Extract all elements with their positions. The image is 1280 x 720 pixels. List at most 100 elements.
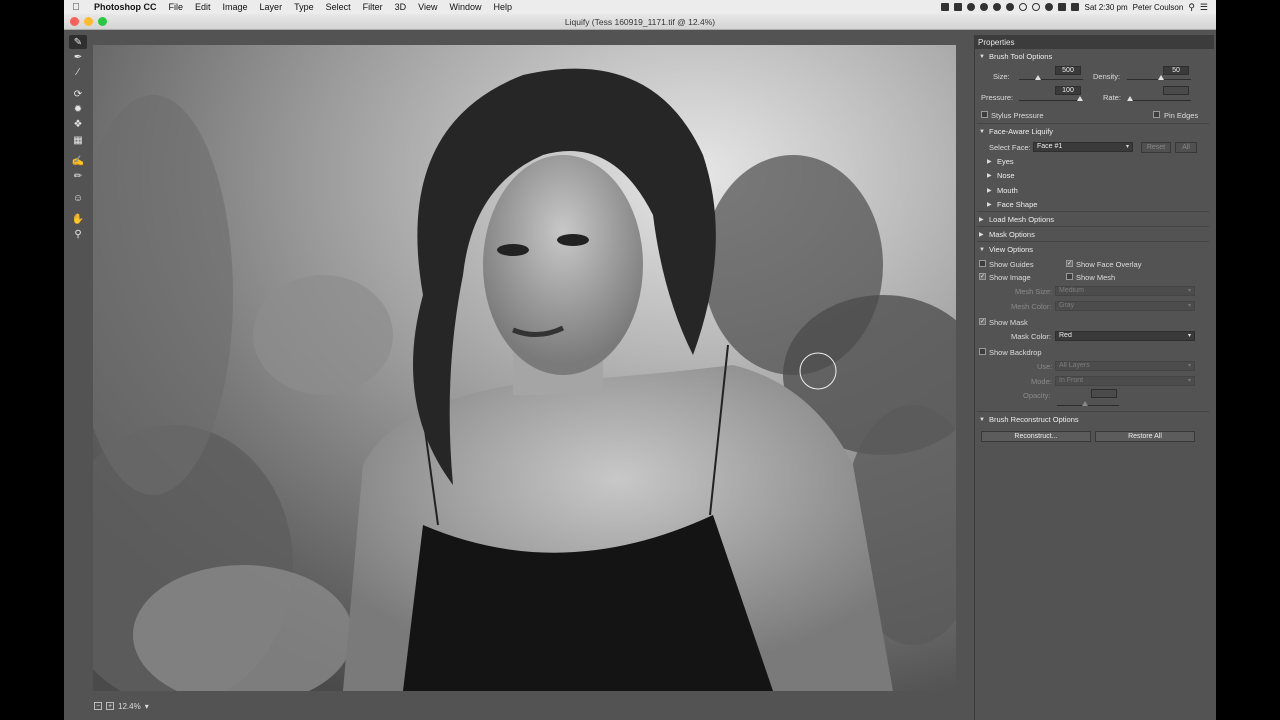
section-view-options[interactable]: ▼ View Options [979,245,1033,254]
subsection-mouth[interactable]: ▶ Mouth [987,186,1018,195]
menu-3d[interactable]: 3D [389,2,413,12]
section-face-aware-liquify[interactable]: ▼ Face-Aware Liquify [979,127,1053,136]
liquify-canvas[interactable] [93,45,956,691]
hand-tool-icon[interactable]: ✋ [69,212,87,226]
menu-window[interactable]: Window [443,2,487,12]
subsection-face-shape[interactable]: ▶ Face Shape [987,200,1037,209]
menu-layer[interactable]: Layer [254,2,289,12]
restore-all-button[interactable]: Restore All [1095,431,1195,442]
opacity-slider-track[interactable] [1057,405,1119,406]
subsection-label: Eyes [997,157,1014,166]
section-brush-reconstruct-options[interactable]: ▼ Brush Reconstruct Options [979,415,1079,424]
bloat-tool-icon[interactable]: ❖ [69,118,87,132]
opacity-slider-knob[interactable] [1082,401,1088,406]
zoom-out-button[interactable]: − [94,702,102,710]
battery-icon[interactable] [1071,3,1080,11]
menu-image[interactable]: Image [217,2,254,12]
airplay-icon[interactable] [941,3,950,11]
menu-help[interactable]: Help [487,2,518,12]
use-dropdown[interactable]: All Layers ▾ [1055,361,1195,371]
rate-slider-track[interactable] [1127,100,1191,101]
size-slider-track[interactable] [1019,79,1083,80]
size-input[interactable]: 500 [1055,66,1081,75]
volume-icon[interactable] [1058,3,1067,11]
freeze-mask-tool-icon[interactable]: ✍ [69,154,87,168]
density-slider-knob[interactable] [1158,75,1164,80]
select-face-dropdown[interactable]: Face #1 ▾ [1033,142,1133,152]
density-input[interactable]: 50 [1163,66,1189,75]
reset-button[interactable]: Reset [1141,142,1171,153]
zoom-tool-icon[interactable]: ⚲ [69,228,87,242]
mode-dropdown[interactable]: In Front ▾ [1055,376,1195,386]
show-face-overlay-checkbox[interactable]: ✓ [1066,260,1073,267]
forward-warp-tool-icon[interactable]: ✎ [69,35,87,50]
show-backdrop-checkbox[interactable] [979,348,986,355]
clock-icon[interactable] [1032,3,1041,11]
menu-file[interactable]: File [163,2,190,12]
sync-icon[interactable] [980,3,989,11]
pucker-tool-icon[interactable]: ✹ [69,102,87,116]
pin-edges-checkbox[interactable] [1153,111,1160,118]
menu-app-photoshop[interactable]: Photoshop CC [88,2,163,12]
section-brush-tool-options[interactable]: ▼ Brush Tool Options [979,52,1052,61]
show-image-checkbox[interactable]: ✓ [979,273,986,280]
menu-view[interactable]: View [412,2,443,12]
twirl-clockwise-tool-icon[interactable]: ⟳ [69,87,87,101]
thaw-mask-tool-icon[interactable]: ✏ [69,170,87,184]
panel-title: Properties [978,37,1015,47]
battery-monitor-icon[interactable] [1006,3,1015,11]
show-guides-checkbox[interactable] [979,260,986,267]
zoom-window-button[interactable] [98,17,107,26]
app-status-icon[interactable] [993,3,1002,11]
menu-select[interactable]: Select [320,2,357,12]
notification-center-icon[interactable]: ☰ [1200,2,1208,13]
status-icons: Sat 2:30 pm Peter Coulson ⚲ ☰ [941,2,1216,13]
time-machine-icon[interactable] [1019,3,1028,11]
pressure-slider-knob[interactable] [1077,96,1083,101]
mask-color-dropdown[interactable]: Red ▾ [1055,331,1195,341]
menu-edit[interactable]: Edit [189,2,217,12]
menu-type[interactable]: Type [288,2,320,12]
chevron-down-icon: ▾ [1187,333,1191,339]
all-button[interactable]: All [1175,142,1197,153]
triangle-right-icon: ▶ [987,202,992,208]
zoom-in-button[interactable]: + [106,702,114,710]
face-tool-icon[interactable]: ☺ [69,191,87,205]
push-left-tool-icon[interactable]: ▦ [69,133,87,147]
section-load-mesh-options[interactable]: ▶ Load Mesh Options [979,215,1054,224]
mesh-size-dropdown[interactable]: Medium ▾ [1055,286,1195,296]
rate-slider-knob[interactable] [1127,96,1133,101]
menubar-clock[interactable]: Sat 2:30 pm [1084,3,1127,12]
rate-input[interactable] [1163,86,1189,95]
section-mask-options[interactable]: ▶ Mask Options [979,230,1035,239]
minimize-window-button[interactable] [84,17,93,26]
show-mask-checkbox[interactable]: ✓ [979,318,986,325]
reconstruct-tool-icon[interactable]: ✒ [69,50,87,64]
menu-filter[interactable]: Filter [357,2,389,12]
smooth-tool-icon[interactable]: ∕ [69,66,87,80]
triangle-right-icon: ▶ [979,232,984,238]
pressure-input[interactable]: 100 [1055,86,1081,95]
pressure-slider-track[interactable] [1019,100,1083,101]
reconstruct-button[interactable]: Reconstruct... [981,431,1091,442]
mesh-color-dropdown[interactable]: Gray ▾ [1055,301,1195,311]
zoom-chevron-down-icon[interactable]: ▾ [145,702,149,711]
spotlight-icon[interactable]: ⚲ [1188,2,1195,13]
show-mesh-checkbox[interactable] [1066,273,1073,280]
triangle-right-icon: ▶ [987,173,992,179]
close-window-button[interactable] [70,17,79,26]
opacity-input[interactable] [1091,389,1117,398]
size-slider-knob[interactable] [1035,75,1041,80]
triangle-right-icon: ▶ [987,159,992,165]
wifi-icon[interactable] [1045,3,1054,11]
subsection-eyes[interactable]: ▶ Eyes [987,157,1014,166]
window-controls [70,17,107,26]
stylus-pressure-checkbox[interactable] [981,111,988,118]
dropbox-icon[interactable] [967,3,976,11]
apple-icon[interactable]:  [64,2,88,13]
zoom-level[interactable]: 12.4% [118,702,141,711]
pressure-label: Pressure: [981,93,1014,102]
subsection-nose[interactable]: ▶ Nose [987,171,1015,180]
creative-cloud-icon[interactable] [954,3,963,11]
menubar-user[interactable]: Peter Coulson [1133,3,1184,12]
